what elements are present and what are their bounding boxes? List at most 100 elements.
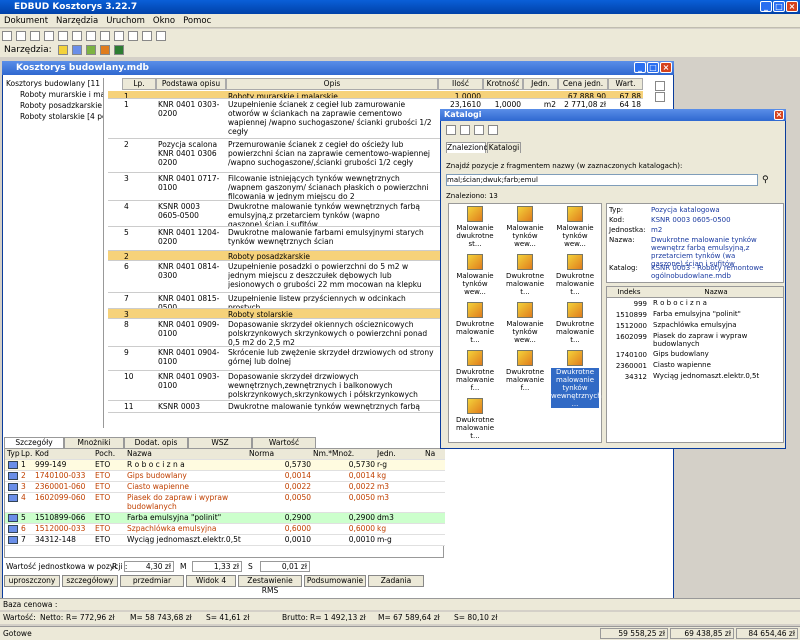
index-header-cell[interactable]: Nazwa (653, 287, 779, 297)
side-tool-1-icon[interactable] (655, 81, 665, 91)
cut-icon[interactable] (72, 31, 82, 41)
catalog-item[interactable]: Dwukrotne malowanie t... (551, 254, 599, 296)
maximize-button[interactable]: □ (773, 1, 785, 12)
tool-5-icon[interactable] (113, 45, 124, 55)
save-icon[interactable] (30, 31, 40, 41)
find-input[interactable] (446, 174, 758, 186)
resources-header-cell[interactable]: Typ (7, 449, 21, 459)
resources-header-cell[interactable]: Na (425, 449, 445, 459)
resources-header-cell[interactable]: Lp. (21, 449, 35, 459)
catalog-item[interactable]: Dwukrotne malowanie t... (451, 398, 499, 440)
paste-icon[interactable] (100, 31, 110, 41)
child-minimize-button[interactable]: _ (634, 62, 646, 73)
index-row[interactable]: 2360001 Ciasto wapienne (607, 361, 783, 372)
resources-header-cell[interactable]: Jedn. (377, 449, 423, 459)
grid-header-5[interactable]: Jedn. (523, 78, 558, 90)
view-button-2[interactable]: przedmiar (120, 575, 184, 587)
index-row[interactable]: 999 R o b o c i z n a (607, 299, 783, 310)
resource-row[interactable]: 7 34312-148 ETO Wyciąg jednomaszt.elektr.0,… (5, 535, 445, 546)
section-row[interactable]: 1 Roboty murarskie i malarskie 1,0000 67 88… (108, 91, 643, 99)
view-button-0[interactable]: uproszczony (4, 575, 60, 587)
catalog-item[interactable]: Dwukrotne malowanie tynków wewnętrznych … (551, 350, 602, 408)
catalog-item[interactable]: Malowanie dwukrotne st... (451, 206, 499, 248)
menu-okno[interactable]: Okno (149, 14, 179, 28)
undo-icon[interactable] (114, 31, 124, 41)
tree-item[interactable]: Roboty stolarskie [4 pc (4, 111, 103, 122)
tree-item[interactable]: Roboty murarskie i mal (4, 89, 103, 100)
tab-2[interactable]: Dodat. opis (124, 437, 188, 448)
resources-header-cell[interactable]: Nm.*Mnoż. (313, 449, 375, 459)
resources-header-cell[interactable]: Norma (249, 449, 311, 459)
tree-item[interactable]: Roboty posadzkarskie (4, 100, 103, 111)
copy-icon[interactable] (86, 31, 96, 41)
tree-root[interactable]: Kosztorys budowlany [11 p (4, 78, 103, 89)
index-row[interactable]: 1740100 Gips budowlany (607, 350, 783, 361)
catalog-item[interactable]: Malowanie tynków wew... (501, 302, 549, 344)
menu-uruchom[interactable]: Uruchom (102, 14, 149, 28)
tab-katalogi[interactable]: Katalogi (487, 142, 521, 153)
tool-4-icon[interactable] (99, 45, 110, 55)
index-row[interactable]: 34312 Wyciąg jednomaszt.elektr.0,5t (607, 372, 783, 383)
tool-3-icon[interactable] (85, 45, 96, 55)
catalog-item[interactable]: Dwukrotne malowanie t... (451, 302, 499, 344)
find-icon[interactable] (142, 31, 152, 41)
view-button-5[interactable]: Podsumowanie (304, 575, 366, 587)
close-button[interactable]: × (786, 1, 798, 12)
tab-0[interactable]: Szczegóły (4, 437, 64, 448)
catalog-close-button[interactable]: × (774, 110, 784, 120)
grid-header-3[interactable]: Ilość (438, 78, 483, 90)
menu-pomoc[interactable]: Pomoc (179, 14, 215, 28)
grid-header-1[interactable]: Podstawa opisu (156, 78, 226, 90)
catalog-item[interactable]: Dwukrotne malowanie f... (501, 350, 549, 392)
child-close-button[interactable]: × (660, 62, 672, 73)
child-maximize-button[interactable]: □ (647, 62, 659, 73)
print-icon[interactable] (44, 31, 54, 41)
resource-row[interactable]: 2 1740100-033 ETO Gips budowlany 0,0014 0,001… (5, 471, 445, 482)
catalog-tool-2-icon[interactable] (460, 125, 470, 135)
tool-1-icon[interactable] (57, 45, 68, 55)
grid-header-4[interactable]: Krotność (483, 78, 523, 90)
catalog-item[interactable]: Malowanie tynków wew... (551, 206, 599, 248)
resource-row[interactable]: 6 1512000-033 ETO Szpachlówka emulsyjna 0,60… (5, 524, 445, 535)
binoculars-icon[interactable]: ⚲ (762, 175, 769, 185)
catalog-item[interactable]: Dwukrotne malowanie t... (551, 302, 599, 344)
tab-3[interactable]: WSZ (188, 437, 252, 448)
catalog-tool-4-icon[interactable] (488, 125, 498, 135)
resources-header-cell[interactable]: Kod (35, 449, 93, 459)
resources-header-cell[interactable]: Poch. (95, 449, 125, 459)
catalog-item[interactable]: Malowanie tynków wew... (501, 206, 549, 248)
menu-narzedzia[interactable]: Narzędzia (52, 14, 102, 28)
view-button-6[interactable]: Zadania (368, 575, 424, 587)
resource-row[interactable]: 3 2360001-060 ETO Ciasto wapienne 0,0022 0,00… (5, 482, 445, 493)
preview-icon[interactable] (58, 31, 68, 41)
index-row[interactable]: 1602099 Piasek do zapraw i wypraw budowla… (607, 332, 783, 350)
minimize-button[interactable]: _ (760, 1, 772, 12)
delete-icon[interactable] (156, 31, 166, 41)
tool-2-icon[interactable] (71, 45, 82, 55)
catalog-item[interactable]: Dwukrotne malowanie f... (451, 350, 499, 392)
grid-header-7[interactable]: Wart. (608, 78, 643, 90)
new-icon[interactable] (2, 31, 12, 41)
index-header-cell[interactable]: Indeks (609, 287, 649, 297)
catalog-item[interactable]: Malowanie tynków wew... (451, 254, 499, 296)
view-button-1[interactable]: szczegółowy (62, 575, 118, 587)
grid-header-2[interactable]: Opis (226, 78, 438, 90)
resource-row[interactable]: 1 999-149 ETO R o b o c i z n a 0,5730 0,5730… (5, 460, 445, 471)
index-row[interactable]: 1512000 Szpachlówka emulsyjna (607, 321, 783, 332)
tab-1[interactable]: Mnożniki (64, 437, 124, 448)
tab-4[interactable]: Wartość (252, 437, 316, 448)
open-icon[interactable] (16, 31, 26, 41)
grid-header-0[interactable]: Lp. (122, 78, 156, 90)
grid-header-6[interactable]: Cena jedn. (558, 78, 608, 90)
resource-row[interactable]: 5 1510899-066 ETO Farba emulsyjna "polinit"… (5, 513, 445, 524)
view-button-3[interactable]: Widok 4 (186, 575, 236, 587)
catalog-tool-3-icon[interactable] (474, 125, 484, 135)
catalog-item[interactable]: Dwukrotne malowanie t... (501, 254, 549, 296)
resource-row[interactable]: 4 1602099-060 ETO Piasek do zapraw i wypraw… (5, 493, 445, 513)
tab-znaleziono[interactable]: Znaleziono (446, 142, 488, 153)
catalog-tool-1-icon[interactable] (446, 125, 456, 135)
index-row[interactable]: 1510899 Farba emulsyjna "polinit" (607, 310, 783, 321)
resources-header-cell[interactable]: Nazwa (127, 449, 247, 459)
view-button-4[interactable]: Zestawienie RMS (238, 575, 302, 595)
menu-dokument[interactable]: Dokument (0, 14, 52, 28)
